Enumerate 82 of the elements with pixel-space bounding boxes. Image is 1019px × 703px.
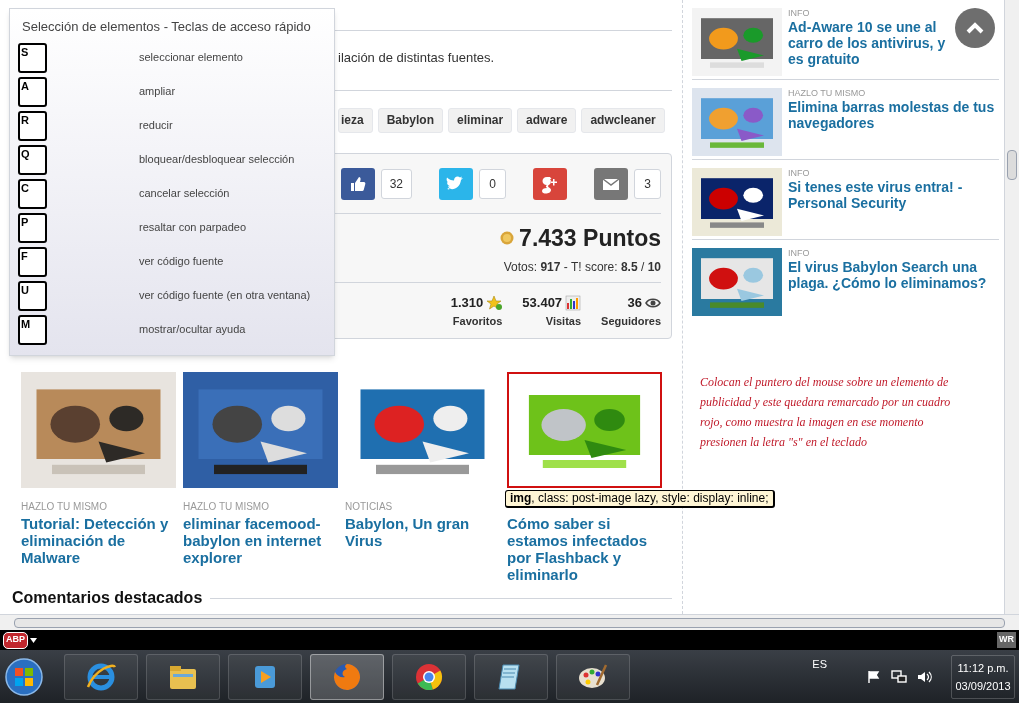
shortcut-description: mostrar/ocultar ayuda	[139, 322, 246, 338]
key-cap: S	[18, 42, 47, 73]
flag-icon	[867, 669, 881, 684]
shortcut-description: reducir	[139, 118, 173, 134]
post-category: HAZLO TU MISMO	[183, 500, 270, 513]
key-cap: C	[18, 178, 47, 209]
post-category: INFO	[788, 8, 811, 19]
post-category: HAZLO TU MISMO	[21, 500, 108, 513]
share-count: 32	[380, 168, 412, 199]
taskbar-button[interactable]	[64, 653, 138, 700]
start-orb-icon	[4, 656, 44, 697]
taskbar-button[interactable]	[146, 653, 220, 700]
element-tooltip: img, class: post-image lazy, style: display: inline;	[505, 489, 775, 508]
post-title-link[interactable]: Tutorial: Detección y eliminación de Malware	[21, 514, 176, 566]
key-cap: A	[18, 76, 47, 107]
speaker-icon	[917, 669, 933, 684]
stat-label: Seguidores	[601, 313, 661, 329]
shortcut-description: cancelar selección	[139, 186, 230, 202]
tag-link[interactable]: adwcleaner	[581, 107, 665, 133]
key-cap: Q	[18, 144, 47, 175]
post-title-link[interactable]: Elimina barras molestas de tus navegadores	[788, 99, 999, 131]
vertical-scrollbar[interactable]	[1004, 0, 1019, 614]
post-title-link[interactable]: Si tenes este virus entra! - Personal Security	[788, 179, 999, 211]
shortcut-description: seleccionar elemento	[139, 50, 243, 66]
annotation-text: Colocan el puntero del mouse sobre un elemento de publicidad y este quedara remarcado por un cuadro rojo, como muestra la imagen en ese momento presionen la letra "s" en el teclado	[700, 374, 952, 451]
taskbar-button[interactable]	[474, 653, 548, 700]
key-cap: F	[18, 246, 47, 277]
chevron-up-icon	[966, 22, 984, 34]
key-cap: U	[18, 280, 47, 311]
post-category: INFO	[788, 168, 811, 179]
clock[interactable]: 11:12 p.m. 03/09/2013	[951, 654, 1015, 699]
post-category: INFO	[788, 248, 811, 259]
facebook-share-button[interactable]	[340, 167, 375, 200]
key-cap: M	[18, 314, 47, 345]
taskbar-button[interactable]	[310, 653, 384, 700]
points-total: 7.433 Puntos	[519, 223, 661, 253]
tag-link[interactable]: Babylon	[377, 107, 444, 133]
email-share-button[interactable]	[594, 167, 628, 200]
scrollbar-thumb[interactable]	[14, 617, 1005, 628]
scroll-to-top-button[interactable]	[955, 8, 995, 48]
section-heading: Comentarios destacados	[12, 588, 203, 608]
googleplus-share-button[interactable]	[533, 167, 567, 200]
addon-badge[interactable]: WR	[997, 632, 1016, 648]
adblock-button[interactable]: ABP	[3, 631, 28, 649]
coin-icon	[500, 230, 515, 245]
share-count: 3	[634, 168, 661, 199]
caret-icon	[30, 637, 37, 643]
shortcut-description: resaltar con parpadeo	[139, 220, 246, 236]
shortcut-description: ampliar	[139, 84, 176, 100]
stat-value: 1.310	[450, 294, 484, 312]
key-cap: R	[18, 110, 47, 141]
post-title-link[interactable]: El virus Babylon Search una plaga. ¿Cómo lo eliminamos?	[788, 259, 999, 291]
language-indicator[interactable]: ES	[812, 656, 827, 673]
stat-label: Favoritos	[452, 313, 503, 329]
horizontal-scrollbar[interactable]	[0, 614, 1019, 630]
star-icon	[486, 294, 503, 311]
shortcut-description: ver código fuente (en otra ventana)	[139, 288, 311, 304]
stat-value: 53.407	[522, 294, 563, 312]
shortcut-description: ver código fuente	[139, 254, 224, 270]
vote-score: Votos: 917 - T! score: 8.5 / 10	[503, 259, 661, 276]
tag-link[interactable]: ieza	[338, 107, 373, 133]
network-icon	[891, 669, 907, 684]
shortcut-description: bloquear/desbloquear selección	[139, 152, 295, 168]
stat-label: Visitas	[545, 313, 582, 329]
stat-value: 36	[627, 294, 642, 312]
panel-title: Selección de elementos - Teclas de acceso rápido	[21, 18, 312, 36]
bar-chart-icon	[565, 294, 582, 311]
post-category: HAZLO TU MISMO	[788, 88, 867, 99]
post-title-link[interactable]: Ad-Aware 10 se une al carro de los antivirus, y es gratuito	[788, 19, 948, 67]
intro-text: ilación de distintas fuentes.	[338, 49, 495, 67]
taskbar-button[interactable]	[228, 653, 302, 700]
key-cap: P	[18, 212, 47, 243]
post-title-link[interactable]: eliminar facemood-babylon en internet explorer	[183, 514, 338, 566]
share-count: 0	[479, 168, 506, 199]
scrollbar-thumb[interactable]	[1007, 150, 1017, 180]
post-category: NOTICIAS	[345, 500, 394, 513]
tag-link[interactable]: adware	[517, 107, 577, 133]
post-title-link[interactable]: Cómo saber si estamos infectados por Flashback y eliminarlo	[507, 514, 662, 583]
post-title-link[interactable]: Babylon, Un gran Virus	[345, 514, 500, 549]
tag-link[interactable]: eliminar	[448, 107, 513, 133]
taskbar-button[interactable]	[556, 653, 630, 700]
taskbar-button[interactable]	[392, 653, 466, 700]
